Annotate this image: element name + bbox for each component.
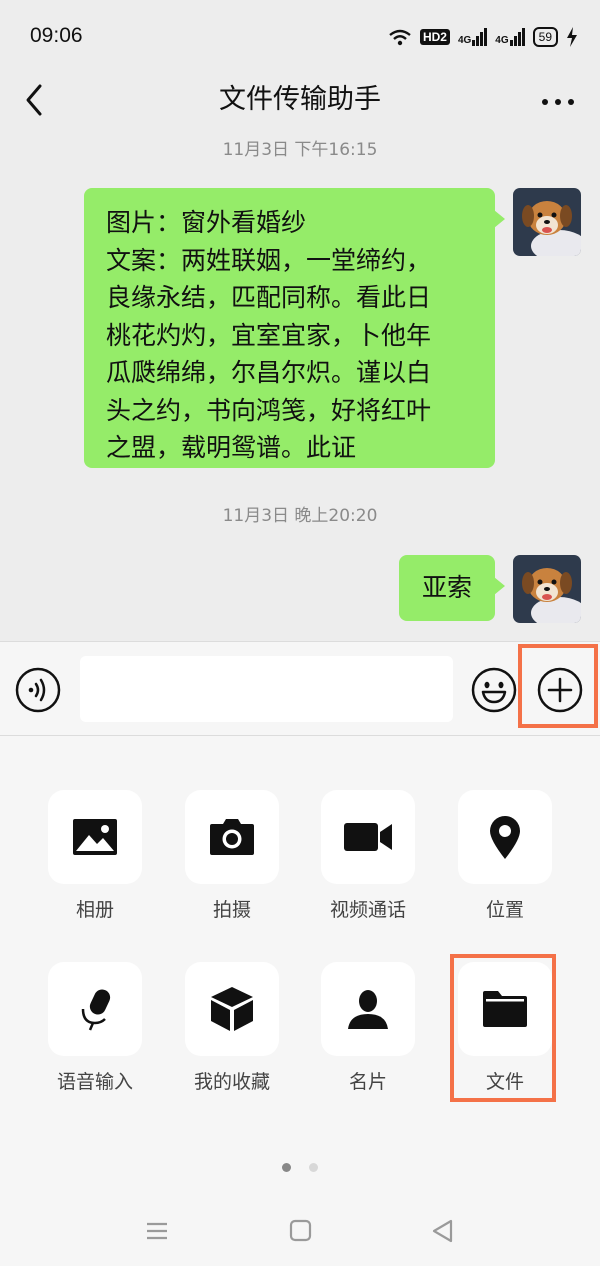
person-icon [348, 990, 388, 1029]
page-dot-active[interactable] [282, 1163, 292, 1172]
avatar[interactable] [513, 555, 581, 623]
recents-button[interactable] [142, 1216, 172, 1246]
tile-icon-box [48, 790, 142, 884]
network-label-1: 4G [457, 35, 472, 46]
panel-item-favorites[interactable]: 我的收藏 [185, 962, 279, 1094]
panel-item-album[interactable]: 相册 [48, 790, 142, 922]
voice-button[interactable] [14, 666, 62, 714]
smiley-icon [471, 667, 517, 713]
more-button[interactable] [538, 78, 578, 122]
panel-item-label: 相册 [75, 899, 114, 921]
status-icons: HD2 4G 4G 59 [388, 22, 578, 52]
emoji-button[interactable] [470, 666, 518, 714]
video-camera-icon [344, 823, 392, 851]
tile-icon-box [321, 790, 415, 884]
back-nav-button[interactable] [428, 1216, 458, 1246]
message-input[interactable] [80, 656, 453, 722]
panel-item-contact-card[interactable]: 名片 [321, 962, 415, 1094]
panel-item-label: 名片 [348, 1071, 387, 1093]
wifi-icon [389, 29, 411, 46]
panel-item-label: 我的收藏 [193, 1071, 270, 1093]
panel-item-camera[interactable]: 拍摄 [185, 790, 279, 922]
location-pin-icon [490, 816, 520, 859]
menu-lines-icon [147, 1222, 167, 1240]
system-nav-bar [0, 1200, 600, 1266]
plus-button-highlight [518, 644, 598, 728]
hd-badge: HD2 [419, 29, 450, 45]
panel-item-location[interactable]: 位置 [458, 790, 552, 922]
triangle-back-icon [432, 1219, 453, 1243]
cube-icon [211, 987, 253, 1031]
tile-icon-box [458, 790, 552, 884]
message-bubble[interactable]: 图片：窗外看婚纱 文案：两姓联姻，一堂缔约， 良缘永结，匹配同称。看此日 桃花灼… [84, 188, 505, 468]
image-icon [73, 819, 117, 855]
page-title: 文件传输助手 [219, 84, 381, 115]
status-time: 09:06 [30, 24, 83, 47]
signal-icon-2: 4G [495, 28, 525, 46]
panel-item-voice-input[interactable]: 语音输入 [48, 962, 142, 1094]
message-timestamp: 11月3日 下午16:15 [222, 140, 378, 160]
panel-item-label: 视频通话 [329, 899, 406, 921]
dog-avatar-image [513, 188, 581, 256]
title-bar: 文件传输助手 [0, 70, 600, 130]
battery-icon: 59 [532, 27, 558, 47]
page-indicator [0, 1157, 600, 1176]
camera-icon [210, 819, 254, 855]
panel-item-label: 拍摄 [212, 899, 251, 921]
square-icon [289, 1219, 312, 1242]
more-dots-icon [542, 99, 574, 105]
home-button[interactable] [285, 1216, 315, 1246]
page-dot[interactable] [308, 1163, 318, 1172]
panel-item-video-call[interactable]: 视频通话 [321, 790, 415, 922]
battery-level: 59 [538, 30, 552, 44]
status-bar: 09:06 HD2 4G 4G 59 [0, 0, 600, 70]
file-item-highlight [450, 954, 556, 1102]
tile-icon-box [185, 962, 279, 1056]
message-bubble[interactable]: 亚索 [399, 555, 505, 621]
message-timestamp: 11月3日 晚上20:20 [222, 506, 378, 526]
tile-icon-box [48, 962, 142, 1056]
dog-avatar-image [513, 555, 581, 623]
avatar[interactable] [513, 188, 581, 256]
microphone-icon [81, 989, 111, 1031]
voice-icon [15, 667, 61, 713]
signal-icon-1: 4G [457, 28, 488, 46]
network-label-2: 4G [495, 35, 509, 46]
charging-icon [567, 27, 577, 47]
panel-item-label: 位置 [485, 899, 524, 921]
tile-icon-box [321, 962, 415, 1056]
tile-icon-box [185, 790, 279, 884]
input-bar [0, 641, 600, 736]
panel-item-label: 语音输入 [56, 1071, 133, 1093]
